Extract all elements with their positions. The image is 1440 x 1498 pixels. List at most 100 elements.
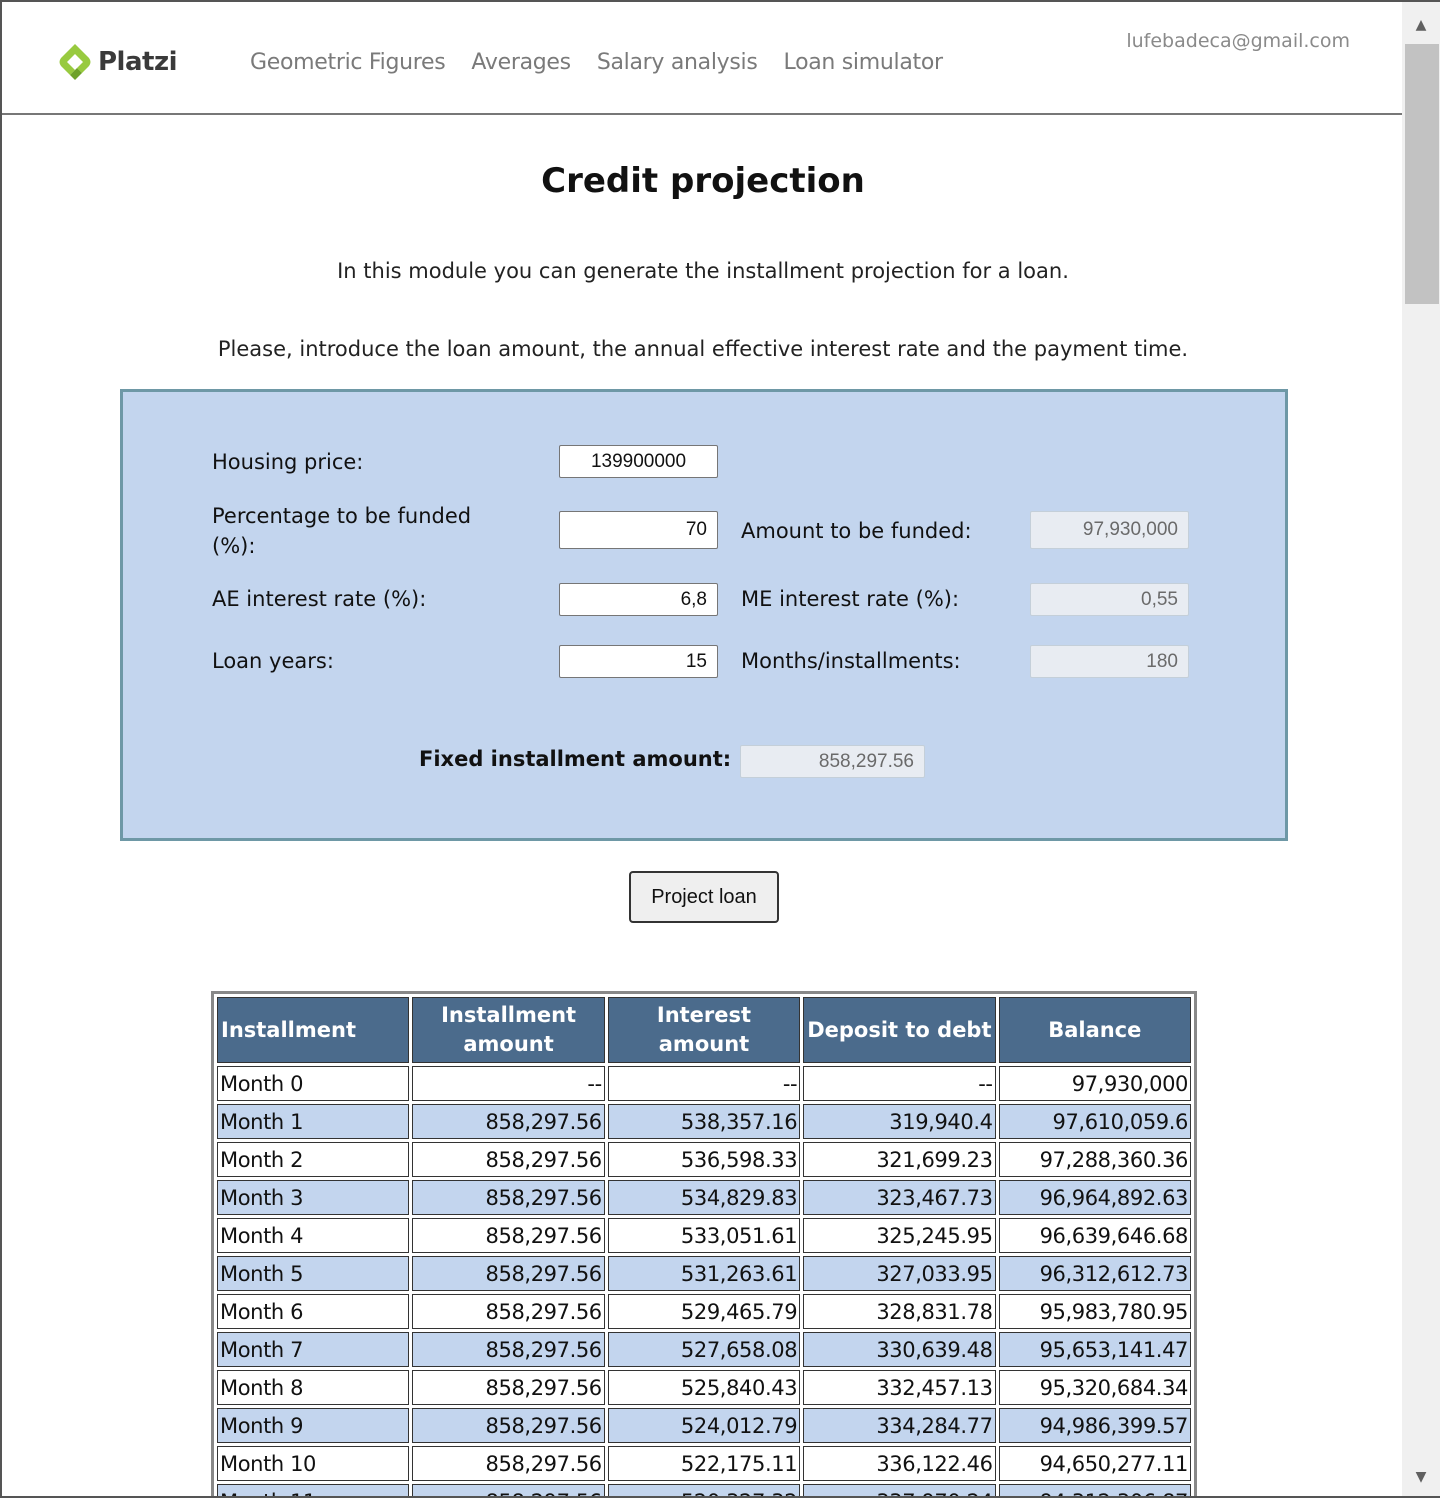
header-installment: Installment bbox=[217, 997, 410, 1063]
table-cell: 858,297.56 bbox=[412, 1218, 605, 1253]
instructions-text: Please, introduce the loan amount, the a… bbox=[217, 337, 1189, 361]
table-cell: 96,312,612.73 bbox=[998, 1256, 1191, 1291]
table-cell: Month 5 bbox=[217, 1256, 410, 1291]
header-deposit-to-debt: Deposit to debt bbox=[803, 997, 996, 1063]
table-cell: Month 9 bbox=[217, 1408, 410, 1443]
table-cell: 858,297.56 bbox=[412, 1142, 605, 1177]
top-navbar: Platzi Geometric Figures Averages Salary… bbox=[2, 2, 1404, 115]
nav-averages[interactable]: Averages bbox=[471, 50, 571, 75]
table-cell: -- bbox=[803, 1066, 996, 1101]
table-cell: 524,012.79 bbox=[607, 1408, 801, 1443]
table-cell: -- bbox=[412, 1066, 605, 1101]
projection-table-container[interactable]: Installment Installment amount Interest … bbox=[211, 991, 1197, 1496]
table-cell: 858,297.56 bbox=[412, 1180, 605, 1215]
header-balance: Balance bbox=[998, 997, 1191, 1063]
table-row: Month 0 -- -- -- 97,930,000 bbox=[217, 1066, 1191, 1101]
table-cell: 94,312,306.87 bbox=[998, 1484, 1191, 1496]
table-cell: 325,245.95 bbox=[803, 1218, 996, 1253]
table-row: Month 11858,297.56520,327.32337,970.2494… bbox=[217, 1484, 1191, 1496]
table-cell: 858,297.56 bbox=[412, 1408, 605, 1443]
table-cell: 536,598.33 bbox=[607, 1142, 801, 1177]
table-row: Month 8 858,297.56 525,840.43 332,457.13 95,… bbox=[217, 1370, 1191, 1405]
table-cell: Month 11 bbox=[217, 1484, 410, 1496]
percentage-funded-label: Percentage to be funded (%): bbox=[212, 504, 472, 558]
nav-geometric-figures[interactable]: Geometric Figures bbox=[250, 50, 446, 75]
table-cell: 96,964,892.63 bbox=[998, 1180, 1191, 1215]
table-cell: Month 4 bbox=[217, 1218, 410, 1253]
table-cell: 858,297.56 bbox=[412, 1294, 605, 1329]
table-cell: 94,986,399.57 bbox=[998, 1408, 1191, 1443]
table-cell: 527,658.08 bbox=[607, 1332, 801, 1367]
table-cell: 334,284.77 bbox=[803, 1408, 996, 1443]
vertical-scrollbar[interactable]: ▲ ▼ bbox=[1402, 2, 1440, 1496]
table-cell: Month 3 bbox=[217, 1180, 410, 1215]
table-row: Month 6 858,297.56 529,465.79 328,831.78 95,… bbox=[217, 1294, 1191, 1329]
table-cell: 97,288,360.36 bbox=[998, 1142, 1191, 1177]
table-cell: Month 0 bbox=[217, 1066, 410, 1101]
table-cell: 337,970.24 bbox=[803, 1484, 996, 1496]
percentage-funded-input[interactable]: 70 bbox=[559, 511, 718, 549]
amount-funded-output: 97,930,000 bbox=[1030, 511, 1189, 549]
scroll-thumb[interactable] bbox=[1405, 44, 1439, 304]
loan-years-input[interactable]: 15 bbox=[559, 645, 718, 678]
table-row: Month 2 858,297.56 536,598.33 321,699.23 97,… bbox=[217, 1142, 1191, 1177]
table-cell: 95,983,780.95 bbox=[998, 1294, 1191, 1329]
table-cell: 321,699.23 bbox=[803, 1142, 996, 1177]
nav-loan-simulator[interactable]: Loan simulator bbox=[784, 50, 944, 75]
table-cell: 319,940.4 bbox=[803, 1104, 996, 1139]
table-cell: 858,297.56 bbox=[412, 1332, 605, 1367]
nav-salary-analysis[interactable]: Salary analysis bbox=[597, 50, 758, 75]
housing-price-label: Housing price: bbox=[212, 450, 364, 474]
header-installment-amount: Installment amount bbox=[412, 997, 605, 1063]
scroll-down-arrow-icon[interactable]: ▼ bbox=[1402, 1458, 1440, 1496]
table-cell: 533,051.61 bbox=[607, 1218, 801, 1253]
table-row: Month 10 858,297.56 522,175.11 336,122.46 94… bbox=[217, 1446, 1191, 1481]
main-nav: Geometric Figures Averages Salary analys… bbox=[250, 50, 943, 75]
months-output: 180 bbox=[1030, 645, 1189, 678]
table-row: Month 1 858,297.56 538,357.16 319,940.4 97,6… bbox=[217, 1104, 1191, 1139]
platzi-logo[interactable]: Platzi bbox=[58, 42, 178, 82]
fixed-installment-output: 858,297.56 bbox=[740, 745, 925, 778]
table-cell: 323,467.73 bbox=[803, 1180, 996, 1215]
table-cell: 328,831.78 bbox=[803, 1294, 996, 1329]
table-row: Month 4 858,297.56 533,051.61 325,245.95 96,… bbox=[217, 1218, 1191, 1253]
table-cell: Month 2 bbox=[217, 1142, 410, 1177]
table-cell: 858,297.56 bbox=[412, 1104, 605, 1139]
table-cell: 529,465.79 bbox=[607, 1294, 801, 1329]
table-cell: Month 1 bbox=[217, 1104, 410, 1139]
table-cell: 330,639.48 bbox=[803, 1332, 996, 1367]
scroll-up-arrow-icon[interactable]: ▲ bbox=[1402, 6, 1440, 44]
table-cell: 858,297.56 bbox=[412, 1256, 605, 1291]
amount-funded-label: Amount to be funded: bbox=[741, 519, 972, 543]
table-cell: 332,457.13 bbox=[803, 1370, 996, 1405]
page-title: Credit projection bbox=[541, 161, 865, 201]
table-cell: 525,840.43 bbox=[607, 1370, 801, 1405]
table-cell: -- bbox=[607, 1066, 801, 1101]
table-cell: 858,297.56 bbox=[412, 1370, 605, 1405]
projection-table: Installment Installment amount Interest … bbox=[214, 994, 1194, 1496]
loan-years-label: Loan years: bbox=[212, 649, 334, 673]
table-cell: Month 6 bbox=[217, 1294, 410, 1329]
table-cell: 96,639,646.68 bbox=[998, 1218, 1191, 1253]
loan-form: Housing price: 139900000 Percentage to b… bbox=[120, 389, 1288, 841]
table-cell: Month 8 bbox=[217, 1370, 410, 1405]
table-cell: 534,829.83 bbox=[607, 1180, 801, 1215]
table-cell: 520,327.32 bbox=[607, 1484, 801, 1496]
ae-rate-input[interactable]: 6,8 bbox=[559, 583, 718, 616]
table-cell: 531,263.61 bbox=[607, 1256, 801, 1291]
project-loan-button[interactable]: Project loan bbox=[629, 871, 779, 923]
table-cell: 97,930,000 bbox=[998, 1066, 1191, 1101]
table-row: Month 5 858,297.56 531,263.61 327,033.95 96,… bbox=[217, 1256, 1191, 1291]
me-rate-label: ME interest rate (%): bbox=[741, 587, 960, 611]
table-cell: 95,653,141.47 bbox=[998, 1332, 1191, 1367]
table-body: Month 0 -- -- -- 97,930,000 Month 1 858,297.56… bbox=[217, 1066, 1191, 1496]
table-cell: 94,650,277.11 bbox=[998, 1446, 1191, 1481]
table-cell: Month 7 bbox=[217, 1332, 410, 1367]
table-row: Month 7 858,297.56 527,658.08 330,639.48 95,… bbox=[217, 1332, 1191, 1367]
housing-price-input[interactable]: 139900000 bbox=[559, 445, 718, 478]
user-email: lufebadeca@gmail.com bbox=[1126, 30, 1350, 52]
browser-window: Platzi Geometric Figures Averages Salary… bbox=[0, 0, 1440, 1498]
table-header-row: Installment Installment amount Interest … bbox=[217, 997, 1191, 1063]
table-cell: 858,297.56 bbox=[412, 1446, 605, 1481]
ae-rate-label: AE interest rate (%): bbox=[212, 587, 427, 611]
